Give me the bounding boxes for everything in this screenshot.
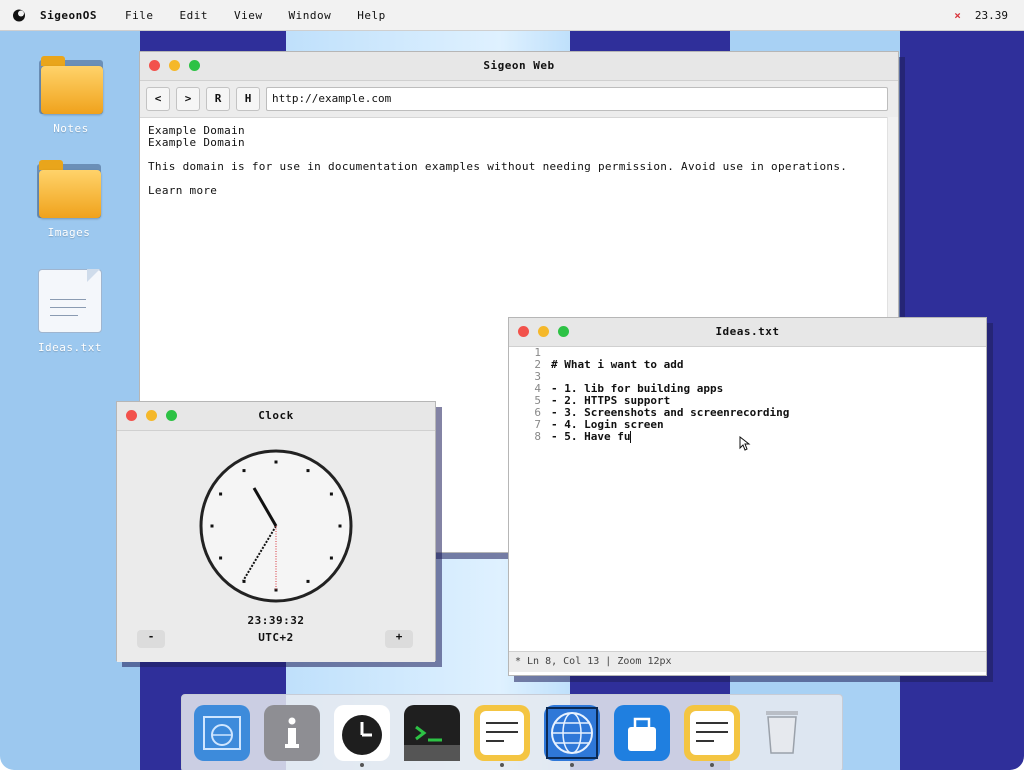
brand-menu[interactable]: SigeonOS <box>40 9 97 22</box>
desktop: SigeonOS File Edit View Window Help × 23… <box>0 0 1024 770</box>
clock-tick <box>338 524 342 528</box>
apple-logo-icon[interactable] <box>12 8 26 22</box>
window-title: Sigeon Web <box>483 59 555 72</box>
browser-toolbar: < > R H http://example.com <box>140 81 898 118</box>
clock-tick <box>242 469 246 473</box>
trash-icon[interactable] <box>754 705 810 761</box>
clock-tick <box>329 556 333 560</box>
editor-titlebar[interactable]: Ideas.txt <box>509 318 986 347</box>
clock-titlebar[interactable]: Clock <box>117 402 435 431</box>
text-editor-icon[interactable] <box>684 705 740 761</box>
text-file-icon <box>38 269 102 333</box>
close-icon[interactable]: × <box>954 9 961 22</box>
desktop-icon-ideas[interactable]: Ideas.txt <box>30 269 110 354</box>
window-title: Ideas.txt <box>715 325 780 338</box>
desktop-icon-notes[interactable]: Notes <box>31 54 111 135</box>
line-number: 8 <box>534 430 541 443</box>
clock-tick <box>329 492 333 496</box>
line-text: - 5. Have fu <box>551 430 631 443</box>
clock-tick <box>306 579 310 583</box>
menu-file[interactable]: File <box>125 9 154 22</box>
clock-window: Clock 23:39:32 - UTC+2 + <box>116 401 436 662</box>
forward-button[interactable]: > <box>176 87 200 111</box>
home-button[interactable]: H <box>236 87 260 111</box>
text-editor[interactable]: 1 2 # What i want to add 3 4- 1. lib for b… <box>509 347 986 651</box>
menu-help[interactable]: Help <box>357 9 386 22</box>
menu-bar: SigeonOS File Edit View Window Help × 23… <box>0 0 1024 31</box>
editor-window: Ideas.txt 1 2 # What i want to add 3 4- 1.… <box>508 317 987 676</box>
menubar-clock: 23.39 <box>974 8 1008 22</box>
clock-time: 23:39:32 <box>247 614 305 627</box>
terminal-icon[interactable] <box>404 705 460 761</box>
window-title: Clock <box>258 409 294 422</box>
editor-line: 2 # What i want to add <box>527 359 789 371</box>
clock-tick <box>306 469 310 473</box>
clock-tick <box>219 556 223 560</box>
desktop-icon-label: Ideas.txt <box>37 341 103 354</box>
learn-more-link[interactable]: Learn more <box>148 185 890 197</box>
browser-icon[interactable] <box>544 705 600 761</box>
desktop-icon-label: Images <box>47 226 91 239</box>
folder-icon <box>37 158 101 218</box>
folder-icon <box>39 54 103 114</box>
timezone-plus-button[interactable]: + <box>385 630 413 648</box>
url-input[interactable]: http://example.com <box>266 87 888 111</box>
clock-tick <box>210 524 214 528</box>
menu-window[interactable]: Window <box>288 9 331 22</box>
line-text: # What i want to add <box>551 358 684 371</box>
back-button[interactable]: < <box>146 87 170 111</box>
web-content: Example Domain Example Domain This domai… <box>140 118 898 204</box>
clock-body: 23:39:32 - UTC+2 + <box>117 431 435 662</box>
text-caret <box>630 431 632 443</box>
dock <box>181 694 843 770</box>
editor-status: * Ln 8, Col 13 | Zoom 12px <box>509 651 986 672</box>
mouse-cursor-icon <box>739 436 751 451</box>
analog-clock <box>199 449 353 603</box>
clock-tick <box>274 460 278 464</box>
page-heading: Example Domain <box>148 136 245 149</box>
clock-icon[interactable] <box>334 705 390 761</box>
desktop-icon-images[interactable]: Images <box>29 158 109 239</box>
page-heading: Example Domain <box>148 124 245 137</box>
reload-button[interactable]: R <box>206 87 230 111</box>
info-icon[interactable] <box>264 705 320 761</box>
desktop-icon-label: Notes <box>53 122 89 135</box>
store-icon[interactable] <box>614 705 670 761</box>
menu-view[interactable]: View <box>234 9 263 22</box>
clock-tick <box>219 492 223 496</box>
menu-edit[interactable]: Edit <box>179 9 208 22</box>
page-paragraph: This domain is for use in documentation … <box>148 160 848 173</box>
browser-titlebar[interactable]: Sigeon Web <box>140 52 898 81</box>
notes-icon[interactable] <box>474 705 530 761</box>
finder-icon[interactable] <box>194 705 250 761</box>
